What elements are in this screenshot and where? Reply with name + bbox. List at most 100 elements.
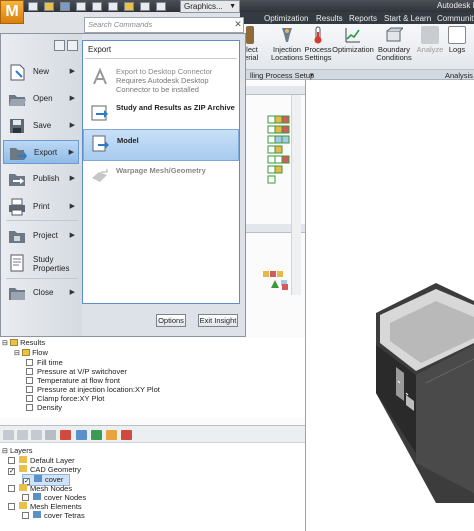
redo-icon[interactable] [92,2,102,11]
layer-checkbox[interactable] [8,457,15,464]
app-title: Autodesk M [437,1,474,10]
result-checkbox[interactable] [26,359,33,366]
menu-item-open[interactable]: Open ▶ [3,87,79,111]
layer-item[interactable]: cover Tetras [22,511,85,520]
result-item[interactable]: Density [26,403,62,412]
open-documents-icon[interactable] [67,40,78,51]
hide-all-icon[interactable] [121,430,132,440]
expand-icon[interactable]: ⊟ [2,448,8,455]
assign-layer-icon[interactable] [76,430,87,440]
app-menu-button[interactable]: M [0,0,24,24]
exit-insight-button[interactable]: Exit Insight [198,314,238,327]
export-model-item[interactable]: Model [83,129,239,161]
layer-checkbox[interactable] [22,512,29,519]
open-icon[interactable] [44,2,54,11]
group-expand-icon[interactable]: ▾ [310,71,314,79]
undo-icon[interactable] [76,2,86,11]
layer-checkbox[interactable] [8,485,15,492]
result-checkbox[interactable] [26,368,33,375]
layer-checkbox[interactable] [22,494,29,501]
layer-checkbox[interactable]: ✓ [8,468,15,475]
print-icon[interactable] [108,2,118,11]
publish-icon [9,174,25,186]
expand-icon[interactable]: ⊟ [2,340,8,347]
menu-item-close[interactable]: Close ▶ [3,281,79,305]
boundary-conditions-button[interactable]: Boundary Conditions [374,26,414,62]
analyze-button[interactable]: Analyze [416,26,444,54]
menu-item-publish[interactable]: Publish ▶ [3,167,79,191]
group-label-analysis: Analysis [445,71,473,80]
export-desktop-connector-item[interactable]: Export to Desktop Connector Requires Aut… [83,65,239,97]
flow-node[interactable]: ⊟ Flow [14,348,48,357]
ribbon-tabs: Optimization Results Reports Start & Lea… [240,12,474,24]
remove-layer-icon[interactable] [60,430,71,440]
menu-item-study-properties[interactable]: Study Properties [3,251,79,277]
result-item[interactable]: Clamp force:XY Plot [26,394,104,403]
result-checkbox[interactable] [26,395,33,402]
logs-button[interactable]: Logs [446,26,468,54]
show-all-icon[interactable] [106,430,117,440]
material-icon [246,26,254,44]
tab-results[interactable]: Results [316,14,343,23]
expand-icon[interactable]: ⊟ [14,350,20,357]
tasks-scrollbar[interactable] [291,95,301,295]
measure-icon[interactable] [140,2,150,11]
tab-optimization[interactable]: Optimization [264,14,308,23]
search-commands-input[interactable]: Search Commands [84,17,244,33]
layer-checkbox[interactable] [8,503,15,510]
layer-item[interactable]: Default Layer [8,456,75,465]
layer-properties-icon[interactable] [45,430,56,440]
tab-community[interactable]: Community [437,14,474,23]
desktop-connector-icon [93,67,107,85]
delete-layer-icon[interactable] [17,430,28,440]
injection-locations-icon [278,26,296,44]
result-item[interactable]: Pressure at injection location:XY Plot [26,385,160,394]
result-item[interactable]: Pressure at V/P switchover [26,367,127,376]
menu-item-save[interactable]: Save ▶ [3,114,79,138]
open-folder-icon [9,95,26,106]
new-icon[interactable] [28,2,38,11]
layers-panel: ⊟ Layers Default Layer ✓ CAD Geometry ✓ co… [0,443,305,531]
layer-icon [19,502,27,509]
menu-item-print[interactable]: Print ▶ [3,195,79,219]
clear-search-icon[interactable]: ✕ [232,17,244,33]
group-label-process-setup: lling Process Setup [250,71,315,80]
layer-icon [19,465,27,472]
process-settings-button[interactable]: Process Settings [303,26,333,62]
options-button[interactable]: Options [156,314,186,327]
results-node[interactable]: ⊟ Results [2,338,45,347]
layer-item[interactable]: Mesh Elements [8,502,82,511]
model-export-icon [92,135,109,152]
layer-item[interactable]: Mesh Nodes [8,484,72,493]
layers-toolbar [0,425,305,443]
result-checkbox[interactable] [26,377,33,384]
menu-item-export[interactable]: Export ▶ [3,140,79,164]
result-checkbox[interactable] [26,404,33,411]
result-item[interactable]: Fill time [26,358,63,367]
export-zip-archive-item[interactable]: Study and Results as ZIP Archive [83,101,239,125]
optimization-button[interactable]: Optimization [332,26,374,54]
result-checkbox[interactable] [26,386,33,393]
layers-root[interactable]: ⊟ Layers [2,446,32,455]
activate-layer-icon[interactable] [31,430,42,440]
graphics-dropdown[interactable]: Graphics... ▼ [180,0,240,13]
menu-separator [6,278,78,279]
expand-layer-icon[interactable] [91,430,102,440]
mesh-status-icons [263,271,288,290]
view-icon[interactable] [156,2,166,11]
tab-reports[interactable]: Reports [349,14,377,23]
layer-icon [33,493,41,500]
export-warpage-item[interactable]: Warpage Mesh/Geometry [83,164,239,188]
new-layer-icon[interactable] [3,430,14,440]
cover-3d-model[interactable] [366,283,474,503]
save-icon[interactable] [60,2,70,11]
select-icon[interactable] [124,2,134,11]
menu-item-new[interactable]: New ▶ [3,60,79,84]
menu-item-project[interactable]: Project ▶ [3,224,79,248]
layer-item[interactable]: cover Nodes [22,493,86,502]
recent-documents-icon[interactable] [54,40,65,51]
new-icon [10,64,25,81]
tab-start-learn[interactable]: Start & Learn [384,14,431,23]
injection-locations-button[interactable]: Injection Locations [270,26,304,62]
result-item[interactable]: Temperature at flow front [26,376,120,385]
